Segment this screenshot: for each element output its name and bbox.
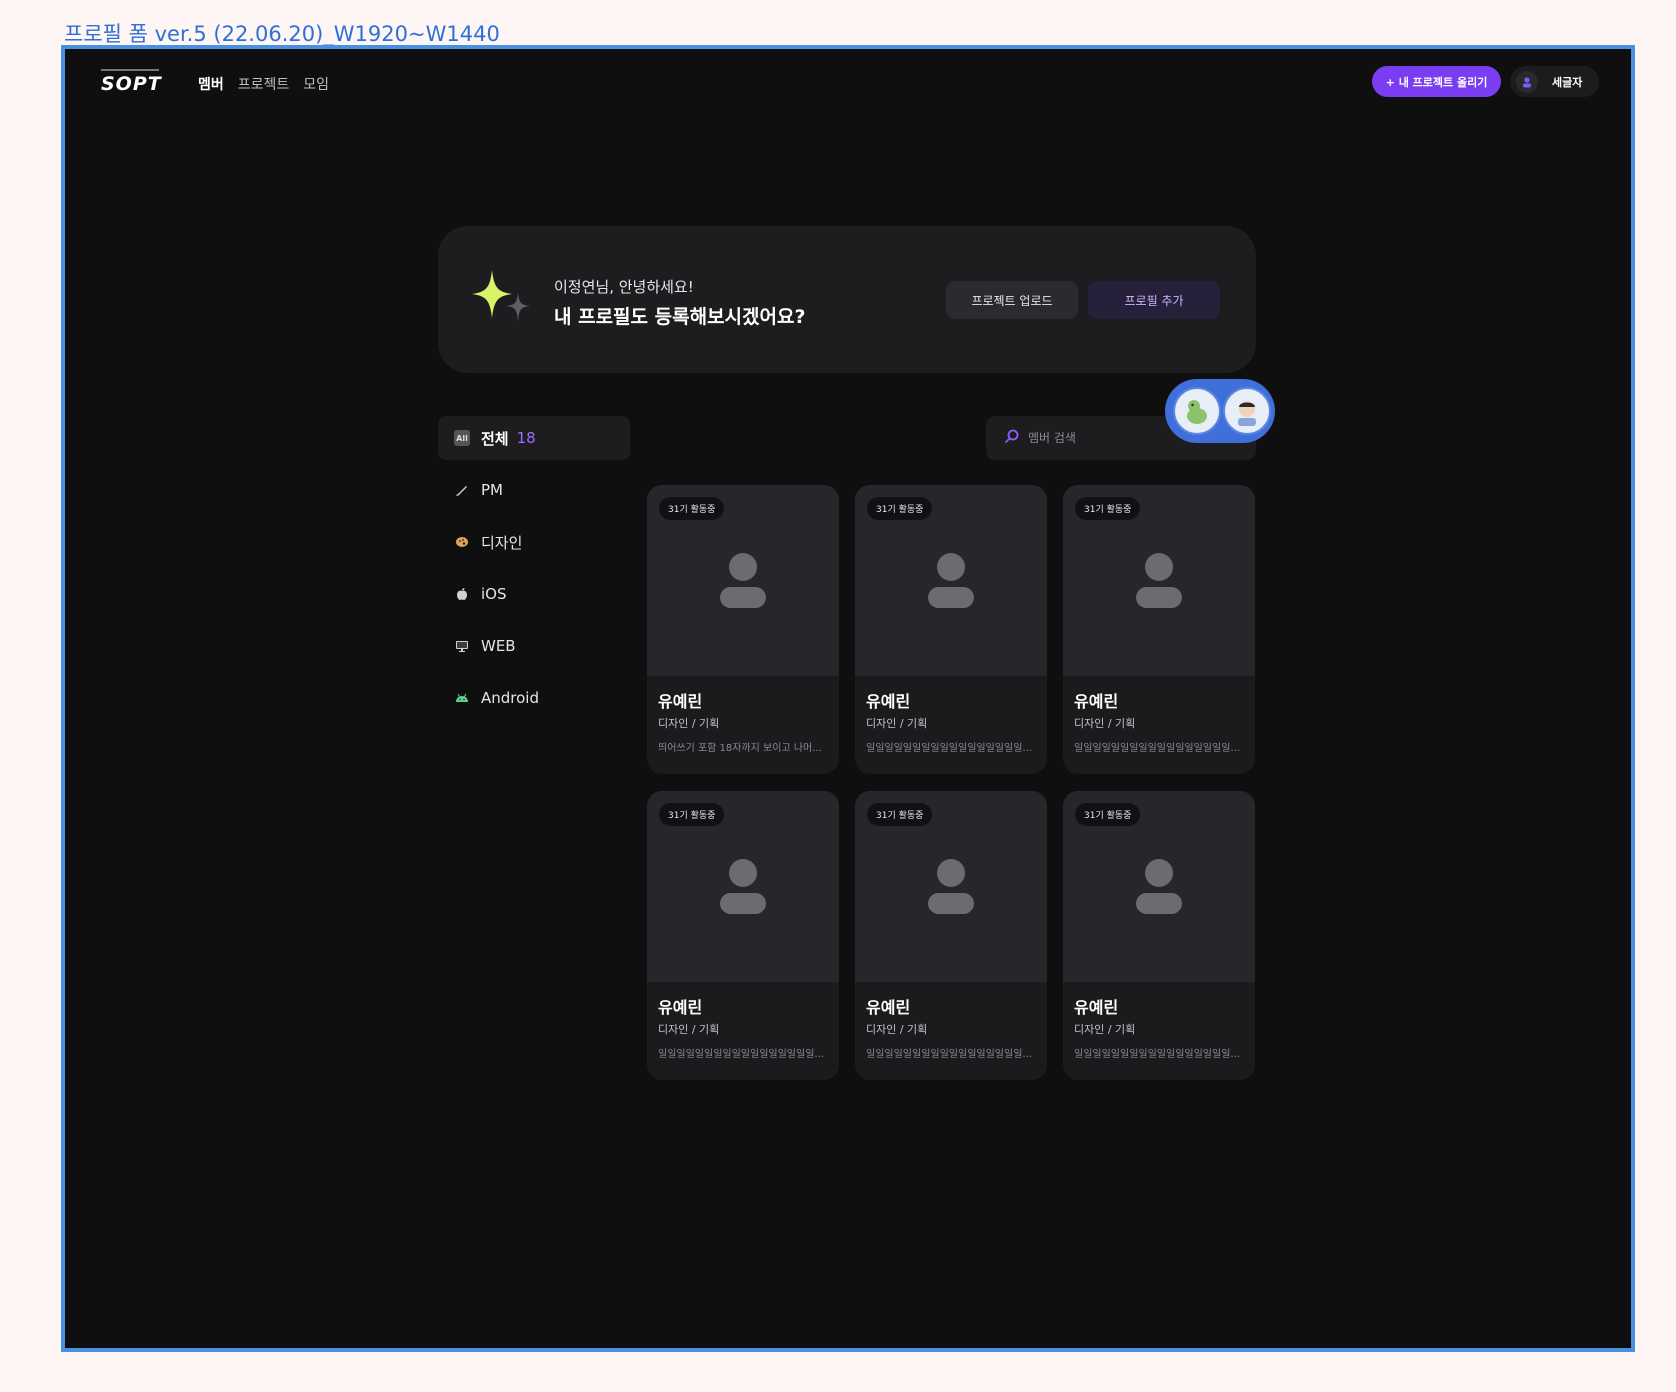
sidebar-item-web[interactable]: WEB [438,624,630,668]
member-role: 디자인 / 기획 [866,1023,928,1036]
member-role: 디자인 / 기획 [866,717,928,730]
member-intro: 띄어쓰기 포함 18자까지 보이고 나머... [658,743,822,754]
greeting-text: 이정연님, 안녕하세요! [554,278,694,296]
user-avatar-icon [1516,70,1538,93]
sidebar-item-label: iOS [481,585,507,603]
search-input[interactable] [1028,431,1168,445]
part-filter-sidebar: All 전체 18 PM 디자인 iOS WEB Android [438,416,630,728]
member-role: 디자인 / 기획 [658,717,720,730]
member-card[interactable]: 31기 활동중 유예린 디자인 / 기획 띄어쓰기 포함 18자까지 보이고 나… [647,485,839,774]
generation-badge: 31기 활동중 [659,497,725,520]
member-intro: 일일일일일일일일일일일일일일일일일일... [658,1049,828,1060]
member-role: 디자인 / 기획 [1074,717,1136,730]
pencil-icon [454,482,470,498]
person-placeholder-icon [928,859,974,914]
register-prompt: 내 프로필도 등록해보시겠어요? [554,306,806,328]
person-placeholder-icon [720,859,766,914]
all-icon: All [454,430,470,446]
profile-image: 31기 활동중 [647,485,839,676]
member-name: 유예린 [1074,692,1119,711]
person-placeholder-icon [928,553,974,608]
member-card[interactable]: 31기 활동중 유예린 디자인 / 기획 일일일일일일일일일일일일일일일일일일.… [1063,791,1255,1080]
member-name: 유예린 [658,998,703,1017]
member-role: 디자인 / 기획 [1074,1023,1136,1036]
member-intro: 일일일일일일일일일일일일일일일일일일... [1074,743,1244,754]
nav-groups[interactable]: 모임 [303,74,329,94]
logo-tagline-bar [101,69,159,71]
android-icon [454,690,470,706]
add-profile-button[interactable]: 프로필 추가 [1088,281,1220,319]
sidebar-item-label: Android [481,689,539,707]
member-card[interactable]: 31기 활동중 유예린 디자인 / 기획 일일일일일일일일일일일일일일일일일일.… [647,791,839,1080]
member-intro: 일일일일일일일일일일일일일일일일일일... [1074,1049,1244,1060]
apple-icon [454,586,470,602]
avatar [1173,387,1221,435]
frame-label: 프로필 폼 ver.5 (22.06.20)_W1920~W1440 [64,22,500,46]
profile-image: 31기 활동중 [647,791,839,982]
sidebar-item-label: 전체 [481,429,509,448]
member-card-grid: 31기 활동중 유예린 디자인 / 기획 띄어쓰기 포함 18자까지 보이고 나… [647,485,1255,1080]
sopt-logo[interactable]: SOPT [101,73,162,95]
member-name: 유예린 [866,692,911,711]
sidebar-item-ios[interactable]: iOS [438,572,630,616]
sidebar-item-android[interactable]: Android [438,676,630,720]
sidebar-item-label: WEB [481,637,516,655]
member-card[interactable]: 31기 활동중 유예린 디자인 / 기획 일일일일일일일일일일일일일일일일일일.… [855,791,1047,1080]
person-placeholder-icon [1136,859,1182,914]
member-role: 디자인 / 기획 [658,1023,720,1036]
generation-badge: 31기 활동중 [867,497,933,520]
profile-image: 31기 활동중 [855,485,1047,676]
palette-icon [454,534,470,550]
sparkle-icon [472,270,530,322]
profile-image: 31기 활동중 [1063,791,1255,982]
generation-badge: 31기 활동중 [867,803,933,826]
welcome-banner: 이정연님, 안녕하세요! 내 프로필도 등록해보시겠어요? 프로젝트 업로드 프… [438,226,1256,373]
member-card[interactable]: 31기 활동중 유예린 디자인 / 기획 일일일일일일일일일일일일일일일일일일.… [1063,485,1255,774]
member-intro: 일일일일일일일일일일일일일일일일일일... [866,743,1036,754]
sidebar-item-all[interactable]: All 전체 18 [438,416,630,460]
generation-badge: 31기 활동중 [1075,803,1141,826]
generation-badge: 31기 활동중 [1075,497,1141,520]
app-frame: SOPT 멤버 프로젝트 모임 + 내 프로젝트 올리기 세글자 이정연님, 안… [61,45,1635,1352]
search-icon [1004,428,1020,448]
project-upload-button[interactable]: 프로젝트 업로드 [946,281,1078,319]
member-count: 18 [516,429,536,447]
person-placeholder-icon [1136,553,1182,608]
sidebar-item-label: PM [481,481,503,499]
sidebar-item-label: 디자인 [481,533,523,552]
upload-project-button[interactable]: + 내 프로젝트 올리기 [1372,66,1501,97]
nav-members[interactable]: 멤버 [198,74,224,94]
user-menu[interactable]: 세글자 [1510,66,1599,97]
sidebar-item-design[interactable]: 디자인 [438,520,630,564]
profile-image: 31기 활동중 [855,791,1047,982]
monitor-icon [454,638,470,654]
main-nav: 멤버 프로젝트 모임 [198,74,329,94]
user-name: 세글자 [1552,75,1583,89]
generation-badge: 31기 활동중 [659,803,725,826]
member-card[interactable]: 31기 활동중 유예린 디자인 / 기획 일일일일일일일일일일일일일일일일일일.… [855,485,1047,774]
person-placeholder-icon [720,553,766,608]
member-name: 유예린 [866,998,911,1017]
collaborator-avatars [1165,379,1275,443]
member-name: 유예린 [1074,998,1119,1017]
member-name: 유예린 [658,692,703,711]
profile-image: 31기 활동중 [1063,485,1255,676]
nav-projects[interactable]: 프로젝트 [238,74,290,94]
avatar [1223,387,1271,435]
member-intro: 일일일일일일일일일일일일일일일일일일... [866,1049,1036,1060]
top-header: SOPT 멤버 프로젝트 모임 + 내 프로젝트 올리기 세글자 [65,49,1631,119]
sidebar-item-pm[interactable]: PM [438,468,630,512]
